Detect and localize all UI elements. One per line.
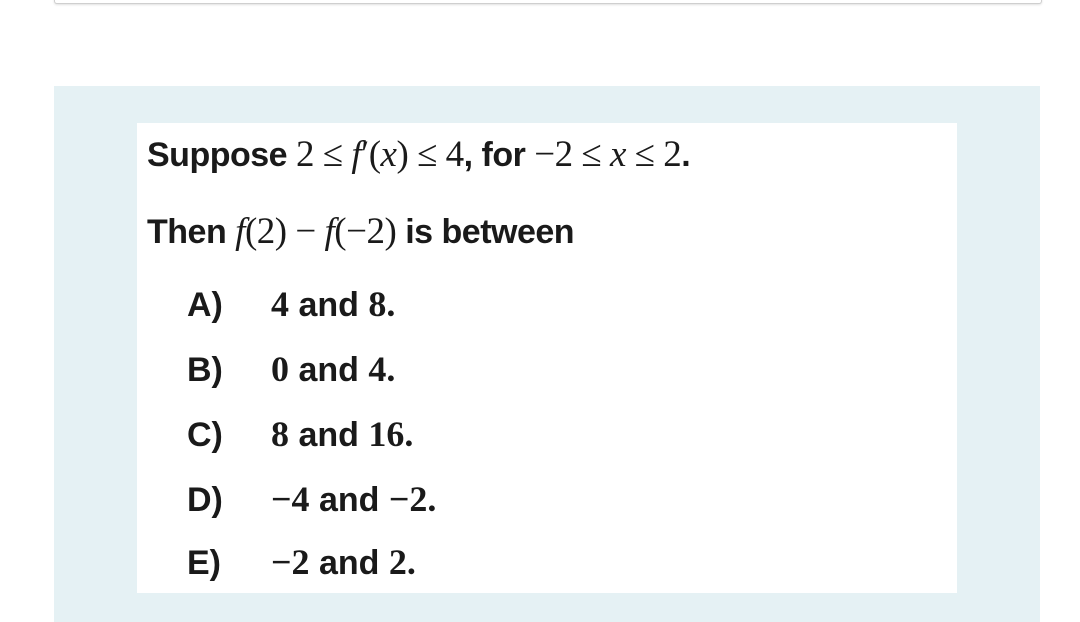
question-panel: Suppose 2 ≤ f′(x) ≤ 4, for −2 ≤ x ≤ 2. T… xyxy=(54,86,1040,622)
option-text: −2 and 2. xyxy=(271,542,416,582)
premise-for: , for xyxy=(463,136,535,174)
answer-option-a[interactable]: A) 4 and 8. xyxy=(187,283,395,325)
top-container-edge xyxy=(54,0,1042,4)
option-text: 0 and 4. xyxy=(271,349,396,389)
premise-domain: −2 ≤ x ≤ 2 xyxy=(534,134,682,175)
option-letter: E) xyxy=(187,544,221,582)
premise-prefix: Suppose xyxy=(147,136,297,174)
option-letter: B) xyxy=(187,351,223,389)
answer-option-b[interactable]: B) 0 and 4. xyxy=(187,348,395,390)
prompt-math: f(2) − f(−2) xyxy=(235,211,397,252)
option-letter: C) xyxy=(187,416,223,454)
answer-option-d[interactable]: D) −4 and −2. xyxy=(187,478,436,520)
option-text: −4 and −2. xyxy=(271,479,437,519)
option-text: 4 and 8. xyxy=(271,284,396,324)
option-letter: D) xyxy=(187,481,223,519)
question-premise: Suppose 2 ≤ f′(x) ≤ 4, for −2 ≤ x ≤ 2. xyxy=(147,134,691,175)
answer-option-e[interactable]: E) −2 and 2. xyxy=(187,541,416,583)
option-letter: A) xyxy=(187,286,223,324)
question-prompt: Then f(2) − f(−2) is between xyxy=(147,211,575,252)
answer-option-c[interactable]: C) 8 and 16. xyxy=(187,413,413,455)
premise-math: 2 ≤ f′(x) ≤ 4 xyxy=(296,134,464,175)
question-card: Suppose 2 ≤ f′(x) ≤ 4, for −2 ≤ x ≤ 2. T… xyxy=(137,123,957,593)
option-text: 8 and 16. xyxy=(271,414,414,454)
